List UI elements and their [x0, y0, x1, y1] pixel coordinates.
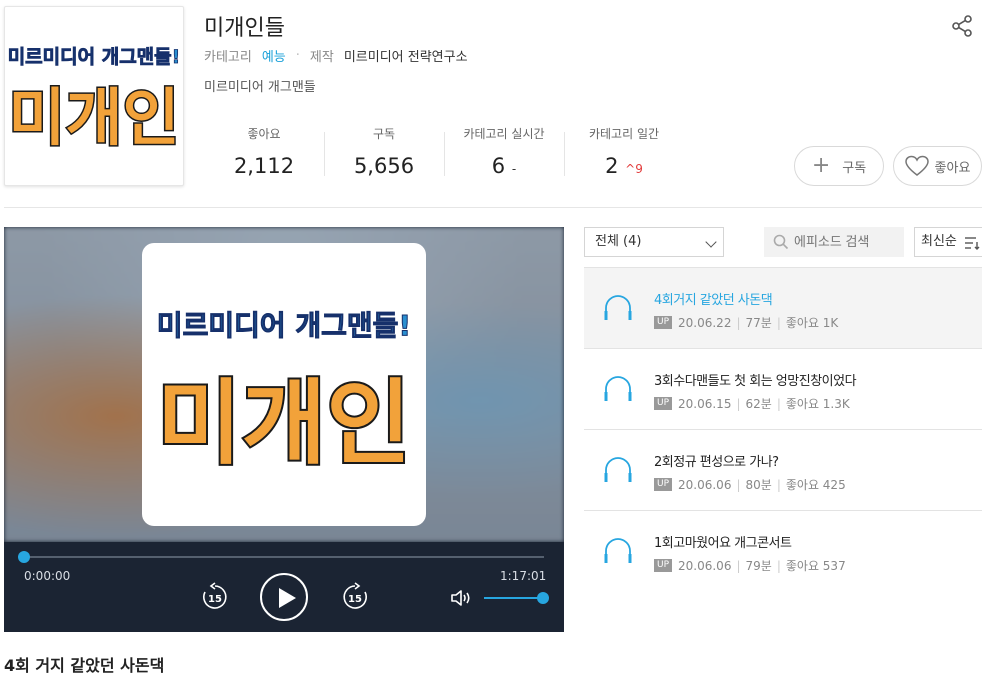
- episode-date: 20.06.22: [678, 315, 732, 330]
- sort-label: 최신순: [921, 234, 957, 249]
- podcast-description: 미르미디어 개그맨들: [204, 80, 316, 95]
- player-artwork: 미르미디어 개그맨들! 미개인: [142, 243, 426, 526]
- volume-icon: [451, 590, 470, 606]
- share-button[interactable]: [950, 14, 974, 38]
- forward-icon: 15: [343, 582, 367, 609]
- player-controls: 0:00:00 1:17:01 15 15: [4, 542, 564, 632]
- heart-icon: [904, 155, 929, 176]
- producer-name: 미르미디어 전략연구소: [343, 50, 468, 65]
- episode-duration: 79분: [745, 559, 772, 573]
- headphones-icon: [604, 538, 632, 563]
- stat-label: 좋아요: [247, 127, 281, 141]
- volume-button[interactable]: [450, 588, 474, 608]
- volume-slider[interactable]: [484, 597, 542, 599]
- episode-date: 20.06.06: [678, 477, 732, 492]
- subscribe-button[interactable]: + 구독: [794, 146, 884, 186]
- rank-up-indicator: ^9: [625, 162, 643, 176]
- episode-title: 3회수다맨들도 첫 회는 엉망진창이었다: [654, 374, 857, 389]
- episode-info: UP 20.06.15 | 62분 | 좋아요 1.3K: [654, 395, 850, 412]
- like-button[interactable]: 좋아요: [893, 146, 982, 186]
- chevron-down-icon: [705, 236, 717, 248]
- artwork-logo: 미르미디어 개그맨들! 미개인: [155, 308, 413, 479]
- sort-icon: [965, 237, 980, 250]
- headphones-icon: [604, 295, 632, 320]
- stat-label: 구독: [372, 127, 396, 141]
- update-badge: UP: [654, 316, 673, 329]
- subscribe-label: 구독: [842, 160, 867, 176]
- section-divider: [4, 207, 982, 208]
- stat-label: 카테고리 일간: [588, 127, 660, 141]
- episode-likes: 좋아요 425: [785, 478, 846, 492]
- episode-item[interactable]: 3회수다맨들도 첫 회는 엉망진창이었다 UP 20.06.15 | 62분 |…: [584, 348, 982, 429]
- episode-info: UP 20.06.22 | 77분 | 좋아요 1K: [654, 314, 838, 331]
- episode-title: 2회정규 편성으로 가나?: [654, 455, 779, 470]
- total-time: 1:17:01: [500, 569, 547, 583]
- stat-likes: 좋아요 2,112: [204, 124, 324, 180]
- volume-handle[interactable]: [537, 592, 549, 604]
- cover-logo-line1: 미르미디어 개그맨들!: [8, 46, 180, 68]
- update-badge: UP: [654, 478, 673, 491]
- episode-title: 4회거지 같았던 사돈댁: [654, 293, 773, 308]
- stat-category-realtime: 카테고리 실시간 6 -: [444, 124, 564, 180]
- category-label: 카테고리: [204, 50, 252, 65]
- headphones-icon: [604, 376, 632, 401]
- episode-duration: 77분: [745, 316, 772, 330]
- episode-info: UP 20.06.06 | 80분 | 좋아요 425: [654, 476, 846, 493]
- plus-icon: +: [811, 153, 831, 178]
- meta-separator: ·: [295, 48, 300, 63]
- episode-list: 4회거지 같았던 사돈댁 UP 20.06.22 | 77분 | 좋아요 1K …: [584, 267, 982, 591]
- cover-logo-line2: 미개인: [8, 81, 179, 154]
- stat-value: 2 ^9: [605, 154, 643, 178]
- audio-player: 미르미디어 개그맨들! 미개인 0:00:00 1:17:01 15 15: [4, 227, 564, 632]
- stats-bar: 좋아요 2,112 구독 5,656 카테고리 실시간 6 - 카테고리 일간 …: [204, 124, 684, 180]
- play-button[interactable]: [260, 573, 308, 621]
- rewind-15-button[interactable]: 15: [200, 582, 230, 612]
- update-badge: UP: [654, 559, 673, 572]
- sort-select[interactable]: 최신순: [914, 227, 982, 257]
- episode-title: 1회고마웠어요 개그콘서트: [654, 536, 792, 551]
- rewind-icon: 15: [203, 582, 227, 609]
- episode-likes: 좋아요 1.3K: [785, 397, 850, 411]
- episode-likes: 좋아요 1K: [785, 316, 839, 330]
- podcast-cover: 미르미디어 개그맨들! 미개인: [4, 6, 184, 186]
- episode-filter-select[interactable]: 전체 (4): [584, 227, 724, 257]
- search-icon: [773, 234, 789, 250]
- episode-date: 20.06.15: [678, 396, 732, 411]
- svg-text:15: 15: [208, 594, 222, 605]
- filter-selected-value: 전체 (4): [595, 234, 642, 249]
- stat-category-daily: 카테고리 일간 2 ^9: [564, 124, 684, 180]
- seek-bar[interactable]: [24, 556, 544, 558]
- current-time: 0:00:00: [24, 569, 71, 583]
- headphones-icon: [604, 457, 632, 482]
- episode-likes: 좋아요 537: [785, 559, 846, 573]
- podcast-meta: 카테고리 예능 · 제작 미르미디어 전략연구소: [204, 46, 468, 65]
- category-link[interactable]: 예능: [262, 46, 286, 65]
- episode-date: 20.06.06: [678, 558, 732, 573]
- cover-logo: 미르미디어 개그맨들! 미개인: [8, 46, 180, 156]
- episode-item[interactable]: 1회고마웠어요 개그콘서트 UP 20.06.06 | 79분 | 좋아요 53…: [584, 510, 982, 591]
- now-playing-title: 4회 거지 같았던 사돈댁: [4, 656, 165, 675]
- stat-value: 6 -: [491, 154, 517, 178]
- svg-text:15: 15: [348, 594, 362, 605]
- stat-value: 2,112: [233, 154, 295, 178]
- forward-15-button[interactable]: 15: [340, 582, 370, 612]
- episode-duration: 62분: [745, 397, 772, 411]
- episode-item[interactable]: 4회거지 같았던 사돈댁 UP 20.06.22 | 77분 | 좋아요 1K: [584, 267, 982, 348]
- rank-trend: -: [511, 162, 517, 176]
- podcast-title: 미개인들: [204, 16, 285, 41]
- producer-label: 제작: [309, 50, 334, 65]
- artwork-logo-line2: 미개인: [157, 370, 411, 477]
- episode-item[interactable]: 2회정규 편성으로 가나? UP 20.06.06 | 80분 | 좋아요 42…: [584, 429, 982, 510]
- seek-handle[interactable]: [18, 551, 30, 563]
- stat-label: 카테고리 실시간: [463, 127, 545, 141]
- update-badge: UP: [654, 397, 673, 410]
- artwork-logo-line1: 미르미디어 개그맨들!: [157, 309, 411, 342]
- episode-duration: 80분: [745, 478, 772, 492]
- episode-info: UP 20.06.06 | 79분 | 좋아요 537: [654, 557, 846, 574]
- like-label: 좋아요: [934, 160, 971, 176]
- stat-subscribers: 구독 5,656: [324, 124, 444, 180]
- share-icon: [952, 15, 972, 37]
- stat-value: 5,656: [353, 154, 415, 178]
